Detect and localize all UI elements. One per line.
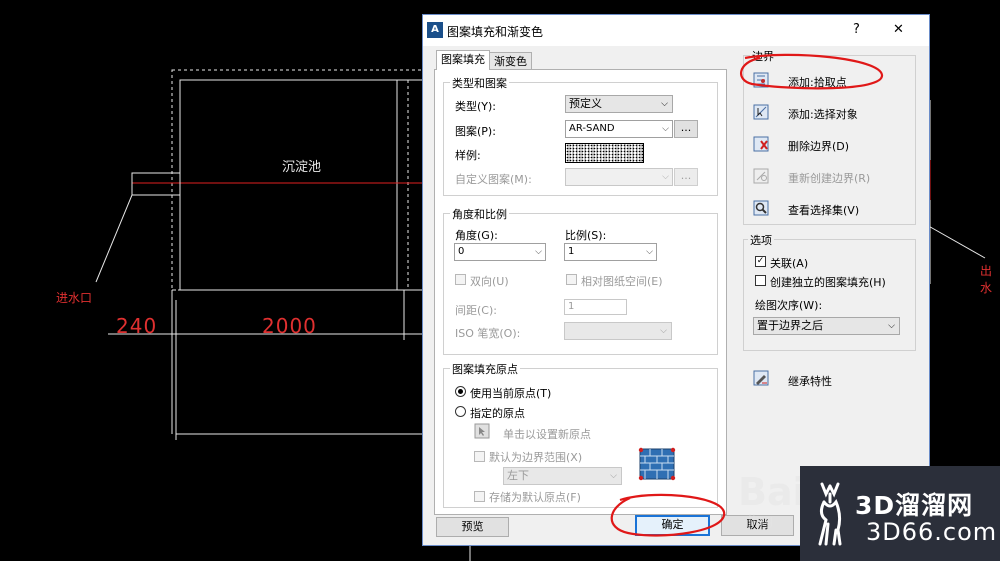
angle-combo[interactable]: 0 ⌵ xyxy=(454,243,546,261)
store-default-checkbox[interactable] xyxy=(474,491,485,502)
baidu-watermark-sub: jing xyxy=(748,513,774,529)
origin-position-value: 左下 xyxy=(507,469,529,482)
click-set-origin-icon[interactable] xyxy=(474,423,490,439)
iso-pen-label: ISO 笔宽(O): xyxy=(455,327,521,340)
add-pick-point-button[interactable]: 添加:拾取点 xyxy=(788,74,847,90)
associative-label: 关联(A) xyxy=(770,257,809,270)
custom-pattern-label: 自定义图案(M): xyxy=(455,173,532,186)
dimension-240: 240 xyxy=(116,314,158,338)
hatch-origin-title: 图案填充原点 xyxy=(450,361,520,377)
tab-hatch[interactable]: 图案填充 xyxy=(436,50,490,70)
associative-checkbox[interactable]: ✓ xyxy=(755,256,766,267)
dimension-2000: 2000 xyxy=(262,314,317,338)
baidu-watermark: Bai xyxy=(738,470,806,514)
spacing-input[interactable]: 1 xyxy=(564,299,627,315)
iso-pen-dropdown[interactable]: ⌵ xyxy=(564,322,672,340)
options-group: 选项 ✓ 关联(A) 创建独立的图案填充(H) 绘图次序(W): 置于边界之后 ⌵ xyxy=(743,232,916,351)
chevron-down-icon: ⌵ xyxy=(660,326,667,336)
angle-scale-title: 角度和比例 xyxy=(450,206,509,222)
custom-browse-button[interactable]: ... xyxy=(674,168,698,186)
chevron-down-icon: ⌵ xyxy=(888,321,895,331)
view-selection-icon[interactable] xyxy=(753,200,769,216)
chevron-down-icon: ⌵ xyxy=(535,247,542,257)
draw-order-dropdown[interactable]: 置于边界之后 ⌵ xyxy=(753,317,900,335)
separate-hatch-label: 创建独立的图案填充(H) xyxy=(770,276,886,289)
scale-combo[interactable]: 1 ⌵ xyxy=(564,243,657,261)
dialog-title: 图案填充和渐变色 xyxy=(447,25,544,39)
use-current-origin-radio[interactable] xyxy=(455,386,466,397)
ok-button[interactable]: 确定 xyxy=(635,515,710,536)
store-default-label: 存储为默认原点(F) xyxy=(489,491,581,504)
select-objects-icon[interactable] xyxy=(753,104,769,120)
relative-paper-checkbox[interactable] xyxy=(566,274,577,285)
specified-origin-label: 指定的原点 xyxy=(470,407,525,420)
outlet-label: 出水 xyxy=(980,264,993,295)
default-extents-checkbox[interactable] xyxy=(474,451,485,462)
remove-boundary-icon[interactable] xyxy=(753,136,769,152)
options-title: 选项 xyxy=(748,232,774,248)
type-label: 类型(Y): xyxy=(455,100,497,113)
chevron-down-icon: ⌵ xyxy=(646,247,653,257)
double-label: 双向(U) xyxy=(470,275,509,288)
default-extents-label: 默认为边界范围(X) xyxy=(489,451,583,464)
relative-paper-label: 相对图纸空间(E) xyxy=(581,275,663,288)
add-select-objects-button[interactable]: 添加:选择对象 xyxy=(788,106,858,122)
type-dropdown[interactable]: 预定义 ⌵ xyxy=(565,95,673,113)
help-button[interactable]: ? xyxy=(853,22,860,37)
angle-scale-group: 角度和比例 角度(G): 0 ⌵ 比例(S): 1 ⌵ 双向(U) 相对图纸空间(E… xyxy=(443,206,718,355)
sample-label: 样例: xyxy=(455,149,481,162)
pattern-value: AR-SAND xyxy=(569,123,615,134)
pattern-combo[interactable]: AR-SAND ⌵ xyxy=(565,120,673,138)
deer-logo-icon xyxy=(818,482,842,546)
angle-label: 角度(G): xyxy=(455,229,498,242)
scale-label: 比例(S): xyxy=(565,229,607,242)
brick-origin-preview-icon xyxy=(638,447,676,481)
pattern-label: 图案(P): xyxy=(455,125,496,138)
type-pattern-group: 类型和图案 类型(Y): 预定义 ⌵ 图案(P): AR-SAND ⌵ ... 样例… xyxy=(443,75,718,196)
recreate-boundary-icon[interactable] xyxy=(753,168,769,184)
hatch-origin-group: 图案填充原点 使用当前原点(T) 指定的原点 单击以设置新原点 默认为边界范围(… xyxy=(443,361,718,508)
remove-boundary-button[interactable]: 删除边界(D) xyxy=(788,138,849,154)
separate-hatch-checkbox[interactable] xyxy=(755,275,766,286)
inherit-properties-button[interactable]: 继承特性 xyxy=(788,373,832,389)
type-pattern-title: 类型和图案 xyxy=(450,75,509,91)
recreate-boundary-button[interactable]: 重新创建边界(R) xyxy=(788,170,870,186)
pick-point-icon[interactable] xyxy=(753,72,769,88)
custom-pattern-combo[interactable]: ⌵ xyxy=(565,168,673,186)
spacing-label: 间距(C): xyxy=(455,304,497,317)
draw-order-value: 置于边界之后 xyxy=(757,319,823,332)
type-value: 预定义 xyxy=(569,97,602,110)
inlet-label: 进水口 xyxy=(56,291,93,305)
inherit-properties-icon[interactable] xyxy=(753,370,769,386)
brand-name-big: 3D溜溜网 xyxy=(855,491,974,520)
boundaries-title: 边界 xyxy=(750,48,776,64)
app-icon: A xyxy=(427,22,443,38)
scale-value: 1 xyxy=(568,246,575,257)
specified-origin-radio[interactable] xyxy=(455,406,466,417)
pattern-sample-swatch[interactable] xyxy=(565,143,644,163)
hatch-tab-panel: 类型和图案 类型(Y): 预定义 ⌵ 图案(P): AR-SAND ⌵ ... 样例… xyxy=(434,69,727,515)
double-checkbox[interactable] xyxy=(455,274,466,285)
pattern-browse-button[interactable]: ... xyxy=(674,120,698,138)
use-current-origin-label: 使用当前原点(T) xyxy=(470,387,552,400)
chevron-down-icon: ⌵ xyxy=(662,124,669,134)
origin-position-dropdown[interactable]: 左下 ⌵ xyxy=(503,467,622,485)
chevron-down-icon: ⌵ xyxy=(661,99,668,109)
3d66-watermark: 3D溜溜网 3D66.com xyxy=(800,466,1000,561)
angle-value: 0 xyxy=(458,246,465,257)
tank-label: 沉淀池 xyxy=(282,160,322,175)
tab-gradient[interactable]: 渐变色 xyxy=(489,52,532,70)
chevron-down-icon: ⌵ xyxy=(662,172,669,182)
click-set-origin-label: 单击以设置新原点 xyxy=(503,428,591,441)
close-button[interactable]: ✕ xyxy=(893,22,904,37)
preview-button[interactable]: 预览 xyxy=(436,517,509,537)
chevron-down-icon: ⌵ xyxy=(610,471,617,481)
title-bar[interactable]: A 图案填充和渐变色 ? ✕ xyxy=(423,15,929,46)
boundaries-group: 边界 添加:拾取点 添加:选择对象 删除边界(D) 重新创建边界(R) 查看选择… xyxy=(743,48,916,225)
view-selection-button[interactable]: 查看选择集(V) xyxy=(788,202,859,218)
draw-order-label: 绘图次序(W): xyxy=(755,299,823,312)
brand-name-small: 3D66.com xyxy=(866,518,998,546)
